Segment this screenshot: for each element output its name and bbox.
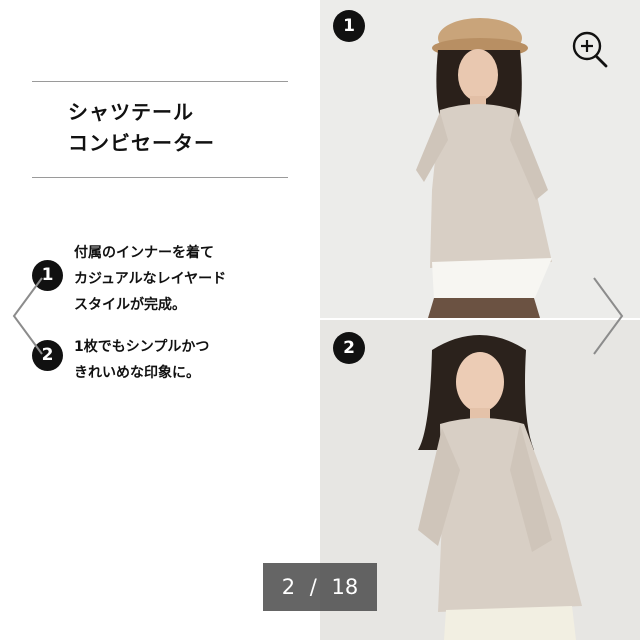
point-text-line: 1枚でもシンプルかつ [74,339,210,355]
zoom-in-icon[interactable] [570,30,610,70]
counter-separator: / [309,575,317,599]
point-text: 付属のインナーを着て カジュアルなレイヤード スタイルが完成。 [74,240,226,318]
product-description-panel: シャツテール コンビセーター 1 付属のインナーを着て カジュアルなレイヤード … [0,0,320,640]
product-title: シャツテール コンビセーター [68,97,215,159]
product-title-line-2: コンビセーター [68,131,215,155]
divider-bottom [32,177,288,178]
counter-total: 18 [331,575,359,599]
photo-number-badge: 2 [333,332,365,364]
chevron-right-icon [593,277,624,355]
point-text: 1枚でもシンプルかつ きれいめな印象に。 [74,334,209,386]
previous-button[interactable] [8,274,48,358]
product-title-line-1: シャツテール [68,100,194,124]
point-text-line: カジュアルなレイヤード [74,271,227,287]
photo-number-badge: 1 [333,10,365,42]
divider-top [32,81,288,82]
image-counter: 2 / 18 [263,563,377,611]
chevron-left-icon [12,277,43,355]
point-text-line: スタイルが完成。 [74,297,186,313]
point-text-line: きれいめな印象に。 [74,365,200,381]
next-button[interactable] [588,274,628,358]
counter-current: 2 [281,575,296,599]
point-text-line: 付属のインナーを着て [74,245,214,261]
